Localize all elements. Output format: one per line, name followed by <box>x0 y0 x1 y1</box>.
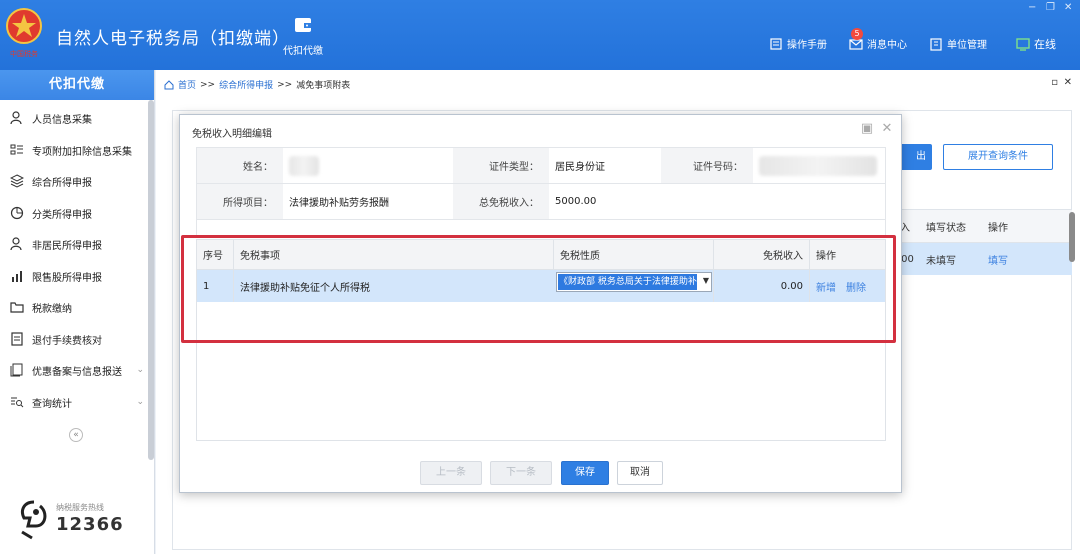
col-fill-status: 填写状态 <box>926 222 966 234</box>
cell-status: 未填写 <box>926 255 956 267</box>
sidebar-item-label: 非居民所得申报 <box>32 240 102 252</box>
online-label: 在线 <box>1034 38 1056 51</box>
id-type-value: 居民身份证 <box>555 162 605 173</box>
income-item-value: 法律援助补贴劳务报酬 <box>289 198 389 209</box>
person-icon <box>10 237 22 251</box>
unit-management-label: 单位管理 <box>947 40 987 51</box>
doc-icon <box>11 332 23 346</box>
close-dialog-icon[interactable]: ✕ <box>880 122 894 136</box>
module-label: 代扣代缴 <box>283 46 323 57</box>
prev-record-button[interactable]: 上一条 <box>420 461 482 485</box>
module-daikou-daijiao[interactable]: 代扣代缴 <box>276 14 330 57</box>
info-row-2: 所得项目： 法律援助补贴劳务报酬 总免税收入： 5000.00 <box>197 184 885 220</box>
sidebar-item-comprehensive-income[interactable]: 综合所得申报 <box>0 166 148 196</box>
sidebar-scrollbar[interactable] <box>148 100 154 460</box>
sidebar: 代扣代缴 人员信息采集 专项附加扣除信息采集 综合所得申报 分类所得申报 非居民… <box>0 70 155 554</box>
person-icon <box>10 111 22 125</box>
income-item-label: 所得项目： <box>197 184 283 219</box>
breadcrumb-parent[interactable]: 综合所得申报 <box>219 78 273 91</box>
book-icon <box>770 37 782 50</box>
chart-icon <box>12 271 22 282</box>
manual-link[interactable]: 操作手册 <box>769 36 827 51</box>
sidebar-item-refund-fee[interactable]: 退付手续费核对 <box>0 324 148 354</box>
name-label: 姓名： <box>197 148 283 183</box>
hotline-headset-icon <box>20 500 47 540</box>
close-panel-icon[interactable]: ✕ <box>1064 77 1072 88</box>
breadcrumb-current: 减免事项附表 <box>296 81 351 91</box>
online-status-icon <box>1016 38 1030 51</box>
breadcrumb-sep: >> <box>277 79 293 90</box>
sidebar-item-label: 分类所得申报 <box>32 209 92 221</box>
manual-label: 操作手册 <box>787 40 827 51</box>
next-record-button[interactable]: 下一条 <box>490 461 552 485</box>
online-status[interactable]: 在线 <box>1016 36 1056 52</box>
cancel-button[interactable]: 取消 <box>617 461 663 485</box>
col-action: 操作 <box>988 222 1008 234</box>
sidebar-item-label: 查询统计 <box>32 398 72 410</box>
dialog-title: 免税收入明细编辑 <box>192 129 272 140</box>
breadcrumb-sep: >> <box>200 79 216 90</box>
app-title: 自然人电子税务局（扣缴端） <box>56 29 290 49</box>
total-exempt-label: 总免税收入： <box>453 184 549 219</box>
sidebar-item-label: 人员信息采集 <box>32 114 92 126</box>
sidebar-item-label: 专项附加扣除信息采集 <box>32 146 132 158</box>
maximize-dialog-icon[interactable]: ▣ <box>860 122 874 136</box>
expand-query-button[interactable]: 展开查询条件 <box>943 144 1053 170</box>
sidebar-item-label: 限售股所得申报 <box>32 272 102 284</box>
tax-emblem-logo: 中国税务 <box>6 8 42 58</box>
background-table-header: 入 填写状态 操作 <box>896 209 1072 243</box>
chevron-down-icon: ⌄ <box>136 365 144 375</box>
sidebar-item-query-stats[interactable]: 查询统计 ⌄ <box>0 387 148 417</box>
building-icon <box>930 37 942 51</box>
sidebar-item-restricted-shares[interactable]: 限售股所得申报 <box>0 261 148 291</box>
hotline-label: 纳税服务热线 <box>56 503 104 512</box>
restore-icon[interactable]: ❐ <box>1046 2 1055 13</box>
save-button[interactable]: 保存 <box>561 461 609 485</box>
sidebar-item-label: 综合所得申报 <box>32 177 92 189</box>
highlight-annotation-box <box>181 235 896 343</box>
id-type-label: 证件类型： <box>453 148 549 183</box>
search-list-icon <box>11 397 24 408</box>
pie-icon <box>10 206 24 220</box>
fill-link[interactable]: 填写 <box>988 243 1008 275</box>
sidebar-title: 代扣代缴 <box>0 70 154 100</box>
total-exempt-value: 5000.00 <box>555 196 597 207</box>
sidebar-item-label: 税款缴纳 <box>32 303 72 315</box>
layers-icon <box>10 174 24 188</box>
folder-icon <box>10 302 24 313</box>
name-value-redacted <box>289 148 319 183</box>
collapse-sidebar-icon[interactable]: « <box>69 428 83 442</box>
minimize-icon[interactable]: − <box>1028 2 1036 13</box>
list-icon <box>10 144 23 155</box>
maximize-panel-icon[interactable]: ▫ <box>1051 77 1058 88</box>
sidebar-item-label: 优惠备案与信息报送 <box>32 366 122 378</box>
breadcrumb: 首页 >> 综合所得申报 >> 减免事项附表 <box>164 78 350 91</box>
hotline-number: 12366 <box>56 514 124 535</box>
home-icon <box>164 79 174 89</box>
sidebar-item-nonresident-income[interactable]: 非居民所得申报 <box>0 229 148 259</box>
unit-management-link[interactable]: 单位管理 <box>929 36 987 51</box>
app-header: 中国税务 自然人电子税务局（扣缴端） 代扣代缴 操作手册 消息中心 5 单位管理… <box>0 0 1080 70</box>
sidebar-item-tax-payment[interactable]: 税款缴纳 <box>0 292 148 322</box>
sidebar-item-label: 退付手续费核对 <box>32 335 102 347</box>
breadcrumb-home[interactable]: 首页 <box>178 78 196 91</box>
message-center-label: 消息中心 <box>867 40 907 51</box>
id-no-label: 证件号码： <box>661 148 753 183</box>
wallet-icon <box>295 18 311 32</box>
table-row[interactable]: .00 未填写 填写 <box>896 243 1072 275</box>
close-window-icon[interactable]: ✕ <box>1064 2 1072 13</box>
doc-stack-icon <box>10 363 23 377</box>
id-no-value-redacted <box>759 148 877 183</box>
info-row-1: 姓名： 证件类型： 居民身份证 证件号码： <box>197 148 885 184</box>
message-count-badge: 5 <box>851 28 863 40</box>
chevron-down-icon: ⌄ <box>136 397 144 407</box>
sidebar-item-personnel-info[interactable]: 人员信息采集 <box>0 103 148 133</box>
emblem-text: 中国税务 <box>10 49 38 58</box>
background-scrollbar[interactable] <box>1069 212 1075 262</box>
sidebar-item-special-deduction[interactable]: 专项附加扣除信息采集 <box>0 135 148 165</box>
taxpayer-info: 姓名： 证件类型： 居民身份证 证件号码： 所得项目： 法律援助补贴劳务报酬 总… <box>196 147 886 237</box>
sidebar-item-classified-income[interactable]: 分类所得申报 <box>0 198 148 228</box>
sidebar-item-preferential-filing[interactable]: 优惠备案与信息报送 ⌄ <box>0 355 148 385</box>
